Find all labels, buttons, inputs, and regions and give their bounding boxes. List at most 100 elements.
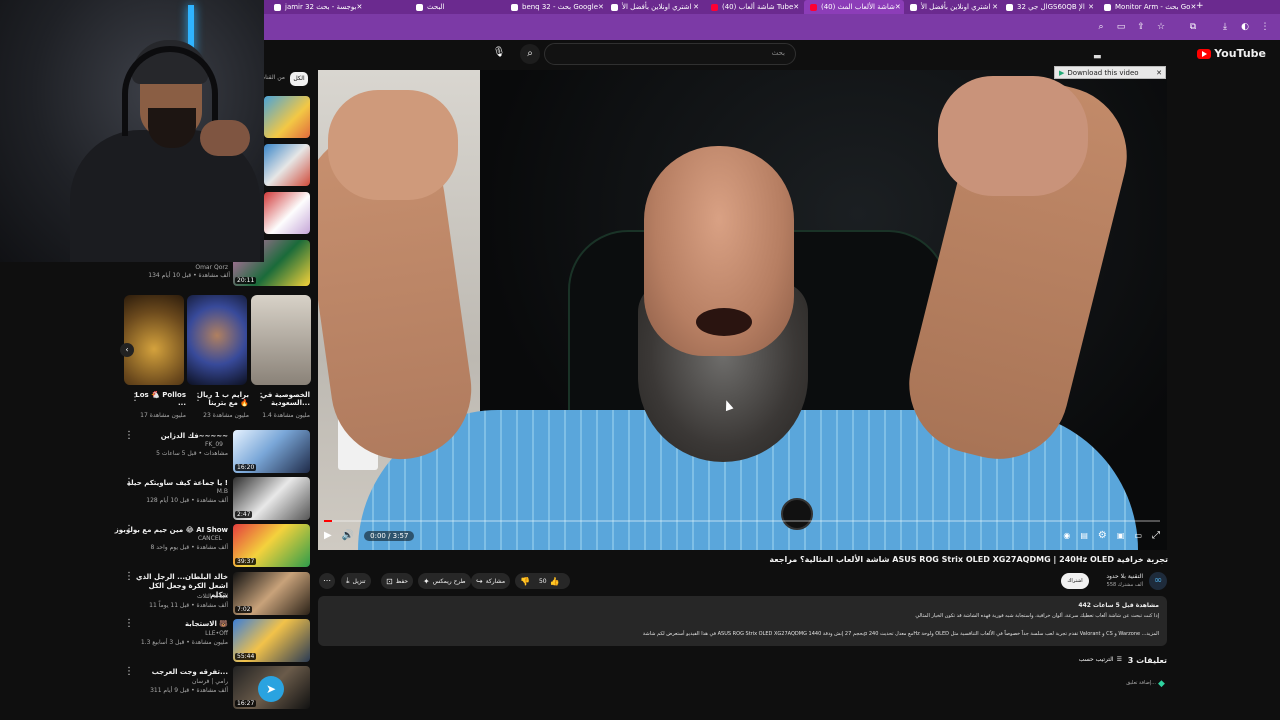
dislike-icon[interactable]: 👎 <box>520 577 530 586</box>
video-thumbnail[interactable]: 7:02 <box>233 572 310 615</box>
view-count: 442 مشاهدة قبل 5 ساعات <box>1078 602 1159 609</box>
filter-chip-all[interactable]: الكل <box>290 72 308 86</box>
share-icon[interactable]: ⇪ <box>1136 22 1146 32</box>
download-button[interactable]: ⤓ تنزيل <box>341 573 371 589</box>
extensions-icon[interactable]: ⧉ <box>1188 22 1198 32</box>
miniplayer-icon[interactable]: ▣ <box>1117 527 1125 545</box>
more-options-icon[interactable]: ⋮ <box>124 478 134 488</box>
channel-name[interactable]: M.B <box>217 488 228 495</box>
autoplay-toggle-icon[interactable]: ◉ <box>1063 527 1070 545</box>
video-thumbnail[interactable] <box>264 144 310 186</box>
browser-tab-active[interactable]: (40) شاشة الألعاب المث ✕ <box>804 0 904 14</box>
more-options-icon[interactable]: ⋮ <box>256 393 266 403</box>
sort-comments-button[interactable]: الترتيب حسب ☰ <box>1079 656 1122 663</box>
more-actions-button[interactable]: ⋯ <box>319 573 335 589</box>
video-title[interactable]: الاستجابة 🐻 <box>185 620 228 628</box>
share-button[interactable]: ↪ مشاركة <box>471 573 511 589</box>
channel-name[interactable]: LLE•Off <box>205 630 228 637</box>
youtube-logo[interactable]: YouTube <box>1197 47 1266 60</box>
page-icon <box>1006 3 1013 11</box>
browser-tab[interactable]: benq 32 - بحث Google ✕ <box>505 0 605 14</box>
browser-tab[interactable]: Monitor Arm - بحث Go ✕ <box>1098 0 1198 14</box>
telegram-icon[interactable]: ➤ <box>258 676 284 702</box>
close-icon[interactable]: ✕ <box>598 3 604 11</box>
subtitles-icon[interactable]: ▤ <box>1080 527 1088 545</box>
like-icon[interactable]: 👍 <box>550 577 560 586</box>
more-options-icon[interactable]: ⋮ <box>124 619 134 629</box>
more-options-icon[interactable]: ⋮ <box>130 393 140 403</box>
close-icon[interactable]: ✕ <box>992 3 998 11</box>
add-comment-input[interactable]: إضافة تعليق... <box>1126 680 1156 686</box>
description-box[interactable]: 442 مشاهدة قبل 5 ساعات إذا كنت تبحث عن ش… <box>318 596 1167 646</box>
subscribe-button[interactable]: اشتراك <box>1061 573 1089 589</box>
channel-name[interactable]: FK_09 <box>205 441 223 448</box>
keyboard-icon[interactable]: ▬ <box>1093 52 1102 62</box>
video-duration: 20:11 <box>235 277 257 284</box>
browser-tab[interactable]: اشتري اونلاين بأفضل الأ ✕ <box>605 0 705 14</box>
filter-chip-channel[interactable]: من القناة <box>262 74 285 81</box>
description-text: إذا كنت تبحث عن شاشة ألعاب تعطيك سرعة، أ… <box>915 613 1159 619</box>
short-views: 17 مليون مشاهدة <box>140 412 186 419</box>
browser-tab[interactable]: ال جي 32GS60QB الإ ✕ <box>1000 0 1100 14</box>
video-thumbnail[interactable]: 2:47 <box>233 477 310 520</box>
video-title[interactable]: تفرقه وجت العرجب... <box>152 668 228 676</box>
video-thumbnail[interactable]: 55:44 <box>233 619 310 662</box>
more-options-icon[interactable]: ⋮ <box>124 525 134 535</box>
channel-name[interactable]: البثاث الثلاث <box>197 593 228 600</box>
remix-button[interactable]: ✦ طرح ريمكس <box>418 573 471 589</box>
short-thumbnail[interactable] <box>124 295 184 385</box>
video-duration: 2:47 <box>235 511 253 518</box>
video-duration: 7:02 <box>235 606 253 613</box>
close-icon[interactable]: ✕ <box>356 3 362 11</box>
short-thumbnail[interactable] <box>251 295 311 385</box>
channel-name[interactable]: التقنية بلا حدود <box>1106 573 1143 580</box>
channel-name[interactable]: رامي | فرسان <box>192 678 228 685</box>
close-icon[interactable]: ✕ <box>895 3 901 11</box>
more-options-icon[interactable]: ⋮ <box>124 572 134 582</box>
channel-name[interactable]: CANCEL <box>198 535 222 542</box>
close-icon[interactable]: ✕ <box>793 3 799 11</box>
progress-bar[interactable] <box>324 520 1160 522</box>
remix-icon: ✦ <box>423 576 430 586</box>
close-icon[interactable]: ✕ <box>693 3 699 11</box>
subscriber-count: 558 ألف مشترك <box>1106 582 1143 588</box>
more-options-icon[interactable]: ⋮ <box>124 431 134 441</box>
browser-tab[interactable]: البحث <box>410 0 502 14</box>
search-input[interactable]: ▬ بحث <box>544 43 1102 65</box>
close-icon[interactable]: ✕ <box>1088 3 1094 11</box>
save-button[interactable]: ⊡ حفظ <box>381 573 414 589</box>
video-title[interactable]: فك الدزاين~~~~~ <box>161 432 228 440</box>
search-icon[interactable]: ⌕ <box>1096 22 1106 32</box>
close-icon[interactable]: ✕ <box>1153 69 1165 77</box>
browser-tab[interactable]: jamir 32 بوجسة - بحث ✕ <box>268 0 368 14</box>
settings-gear-icon[interactable]: ⚙ <box>1098 527 1107 545</box>
video-thumbnail[interactable]: 16:20 <box>233 430 310 473</box>
voice-search-icon[interactable]: 🎙 <box>490 44 508 62</box>
page-icon <box>416 3 423 11</box>
fullscreen-icon[interactable]: ⤢ <box>1152 527 1160 545</box>
bookmark-star-icon[interactable]: ☆ <box>1156 22 1166 32</box>
more-options-icon[interactable]: ⋮ <box>124 667 134 677</box>
menu-dots-icon[interactable]: ⋮ <box>1260 22 1270 32</box>
cast-icon[interactable]: ▭ <box>1116 22 1126 32</box>
volume-icon[interactable]: 🔊 <box>342 527 354 545</box>
video-player[interactable] <box>318 70 1167 550</box>
video-thumbnail[interactable] <box>264 192 310 234</box>
video-thumbnail[interactable] <box>264 96 310 138</box>
download-video-badge[interactable]: ▶ Download this video ✕ <box>1054 66 1166 79</box>
browser-tab[interactable]: اشتري اونلاين بأفضل الأ ✕ <box>904 0 1004 14</box>
video-title[interactable]: يا جماعة كيف ساويتكم حيلة ! <box>127 479 228 487</box>
more-options-icon[interactable]: ⋮ <box>193 393 203 403</box>
youtube-icon <box>711 3 718 11</box>
theater-mode-icon[interactable]: ▭ <box>1134 527 1142 545</box>
short-thumbnail[interactable] <box>187 295 247 385</box>
play-icon[interactable]: ▶ <box>324 527 332 545</box>
new-tab-icon[interactable]: + <box>1196 1 1204 11</box>
profile-icon[interactable]: ◐ <box>1240 22 1250 32</box>
channel-avatar[interactable]: ∞ <box>1149 572 1167 590</box>
browser-tab[interactable]: (40) شاشة ألعاب Tube ✕ <box>705 0 805 14</box>
video-thumbnail[interactable]: 39:37 <box>233 524 310 567</box>
chevron-left-icon[interactable]: ‹ <box>120 343 134 357</box>
download-icon[interactable]: ⤓ <box>1220 22 1230 32</box>
search-button[interactable]: ⌕ <box>520 44 540 64</box>
